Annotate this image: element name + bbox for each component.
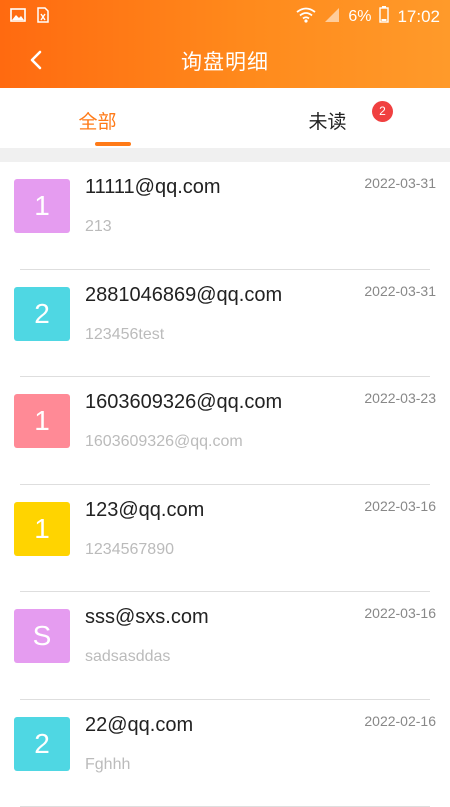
avatar: 2: [14, 287, 70, 341]
list-item[interactable]: 1 1603609326@qq.com 2022-03-23 160360932…: [0, 377, 450, 485]
avatar: 1: [14, 502, 70, 556]
list-item[interactable]: 2 22@qq.com 2022-02-16 Fghhh: [0, 700, 450, 807]
clock: 17:02: [397, 7, 440, 27]
message-preview: 123456test: [85, 326, 164, 344]
list-item[interactable]: S sss@sxs.com 2022-03-16 sadsasddas: [0, 592, 450, 700]
message-preview: 1234567890: [85, 541, 174, 559]
tab-all-label: 全部: [78, 107, 116, 134]
message-preview: 213: [85, 218, 112, 236]
sender-email: 1603609326@qq.com: [85, 391, 282, 414]
inquiry-date: 2022-03-16: [364, 605, 436, 621]
battery-icon: [379, 6, 389, 28]
sender-email: sss@sxs.com: [85, 606, 209, 629]
sender-email: 123@qq.com: [85, 499, 204, 522]
signal-icon: [324, 7, 340, 28]
avatar: S: [14, 609, 70, 663]
status-bar: 6% 17:02: [0, 0, 450, 32]
tab-bar: 全部 未读 2: [0, 88, 450, 148]
sim-icon: [36, 7, 50, 28]
avatar: 2: [14, 717, 70, 771]
battery-percent: 6%: [348, 8, 371, 26]
page-title: 询盘明细: [0, 46, 450, 76]
sender-email: 2881046869@qq.com: [85, 284, 282, 307]
avatar: 1: [14, 179, 70, 233]
title-bar: 询盘明细: [0, 36, 450, 84]
tab-unread-label: 未读: [308, 107, 346, 134]
list-item[interactable]: 2 2881046869@qq.com 2022-03-31 123456tes…: [0, 270, 450, 378]
inquiry-date: 2022-02-16: [364, 713, 436, 729]
sender-email: 11111@qq.com: [85, 176, 221, 199]
wifi-icon: [296, 7, 316, 28]
unread-count-badge: 2: [372, 101, 393, 122]
message-preview: sadsasddas: [85, 648, 170, 666]
inquiry-date: 2022-03-23: [364, 390, 436, 406]
app-header: 6% 17:02 询盘明细: [0, 0, 450, 88]
section-divider: [0, 148, 450, 162]
list-item[interactable]: 1 11111@qq.com 2022-03-31 213: [0, 162, 450, 270]
active-tab-indicator: [95, 142, 131, 146]
inquiry-date: 2022-03-31: [364, 283, 436, 299]
message-preview: Fghhh: [85, 756, 130, 774]
avatar: 1: [14, 394, 70, 448]
inquiry-date: 2022-03-31: [364, 175, 436, 191]
message-preview: 1603609326@qq.com: [85, 433, 243, 451]
tab-unread[interactable]: 未读 2: [225, 88, 450, 148]
list-item[interactable]: 1 123@qq.com 2022-03-16 1234567890: [0, 485, 450, 593]
inquiry-date: 2022-03-16: [364, 498, 436, 514]
tab-all[interactable]: 全部: [0, 88, 225, 148]
sender-email: 22@qq.com: [85, 714, 193, 737]
image-icon: [10, 8, 26, 27]
inquiry-list: 1 11111@qq.com 2022-03-31 213 2 28810468…: [0, 162, 450, 807]
